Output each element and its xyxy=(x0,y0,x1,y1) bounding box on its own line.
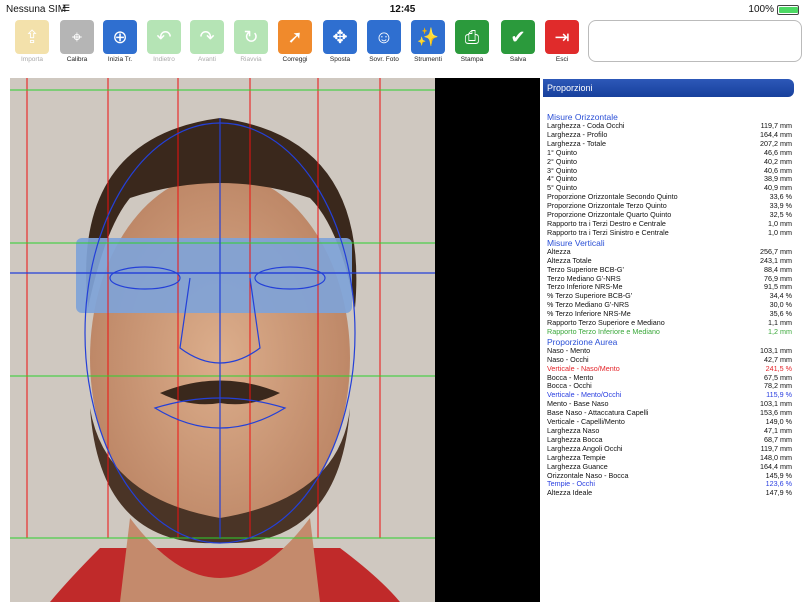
avanti-button[interactable]: ↷ Avanti xyxy=(185,20,229,70)
toolbar-label: Sovr. Foto xyxy=(369,56,399,63)
printer-icon: ⎙ xyxy=(455,20,489,54)
measure-row: 3° Quinto 40,6 mm xyxy=(547,166,792,176)
measurements-list: Misure Orizzontale Larghezza - Coda Occhi… xyxy=(547,112,792,498)
correggi-button[interactable]: ➚ Correggi xyxy=(273,20,317,70)
calibra-button[interactable]: ⌖ Calibra xyxy=(55,20,99,70)
esci-button[interactable]: ⇥ Esci xyxy=(540,20,584,70)
measure-row: 2° Quinto 40,2 mm xyxy=(547,157,792,167)
battery-indicator: 100% xyxy=(748,4,799,15)
measure-label: Rapporto Terzo Inferiore e Mediano xyxy=(547,326,660,336)
notes-textbox[interactable] xyxy=(588,20,802,62)
sposta-button[interactable]: ✥ Sposta xyxy=(318,20,362,70)
exit-icon: ⇥ xyxy=(545,20,579,54)
face-photo-svg xyxy=(10,78,435,602)
indietro-button[interactable]: ↶ Indietro xyxy=(142,20,186,70)
toolbar-label: Salva xyxy=(509,56,527,63)
measure-row: Rapporto tra i Terzi Sinistro e Centrale… xyxy=(547,227,792,238)
toolbar-label: Stampa xyxy=(460,56,484,63)
toolbar-label: Strumenti xyxy=(414,56,442,63)
proportions-header: Proporzioni xyxy=(543,79,794,97)
toolbar-label: Sposta xyxy=(329,56,351,63)
measure-row: 1° Quinto 46,6 mm xyxy=(547,148,792,158)
salva-button[interactable]: ✔ Salva xyxy=(496,20,540,70)
measure-value: 1,2 mm xyxy=(768,326,792,336)
toolbar-label: Avanti xyxy=(198,56,216,63)
toolbar-label: Indietro xyxy=(153,56,175,63)
measure-row: Altezza Ideale 147,9 % xyxy=(547,488,792,498)
toolbar-label: Correggi xyxy=(282,56,308,63)
overlay-photo-icon: ☺ xyxy=(367,20,401,54)
calibrate-ruler-icon: ⌖ xyxy=(60,20,94,54)
section-title: Misure Verticali xyxy=(547,237,605,248)
importa-button[interactable]: ⇪ Importa xyxy=(10,20,54,70)
undo-arrow-icon: ↶ xyxy=(147,20,181,54)
strumenti-button[interactable]: ✨ Strumenti xyxy=(406,20,450,70)
measure-label: Altezza Ideale xyxy=(547,488,593,498)
measure-row: Rapporto Terzo Inferiore e Mediano 1,2 mm xyxy=(547,326,792,337)
measure-label: Rapporto tra i Terzi Sinistro e Centrale xyxy=(547,227,669,237)
save-check-icon: ✔ xyxy=(501,20,535,54)
toolbar-label: Inizia Tr. xyxy=(107,56,133,63)
toolbar-label: Importa xyxy=(20,56,44,63)
correct-pointer-icon: ➚ xyxy=(278,20,312,54)
toolbar-label: Esci xyxy=(555,56,569,63)
tools-wand-icon: ✨ xyxy=(411,20,445,54)
clock: 12:45 xyxy=(389,4,416,15)
redo-arrow-icon: ↷ xyxy=(190,20,224,54)
riavvia-button[interactable]: ↻ Riavvia xyxy=(229,20,273,70)
status-bar: Nessuna SIM ☰ 12:45 100% xyxy=(0,0,805,18)
start-trace-icon: ⊕ xyxy=(103,20,137,54)
restart-icon: ↻ xyxy=(234,20,268,54)
battery-percent: 100% xyxy=(748,4,774,15)
toolbar-label: Riavvia xyxy=(240,56,262,63)
stampa-button[interactable]: ⎙ Stampa xyxy=(450,20,494,70)
face-photo[interactable] xyxy=(10,78,435,602)
empty-canvas-area xyxy=(435,78,540,602)
import-folder-icon: ⇪ xyxy=(15,20,49,54)
inizia-tr-button[interactable]: ⊕ Inizia Tr. xyxy=(98,20,142,70)
measure-value: 147,9 % xyxy=(765,488,792,498)
measure-row: Larghezza - Totale 207,2 mm xyxy=(547,139,792,149)
sovr-foto-button[interactable]: ☺ Sovr. Foto xyxy=(362,20,406,70)
measure-value: 1,0 mm xyxy=(768,227,792,237)
battery-icon xyxy=(777,4,799,15)
toolbar-label: Calibra xyxy=(66,56,88,63)
move-arrows-icon: ✥ xyxy=(323,20,357,54)
measure-row: 4° Quinto 38,9 mm xyxy=(547,175,792,184)
